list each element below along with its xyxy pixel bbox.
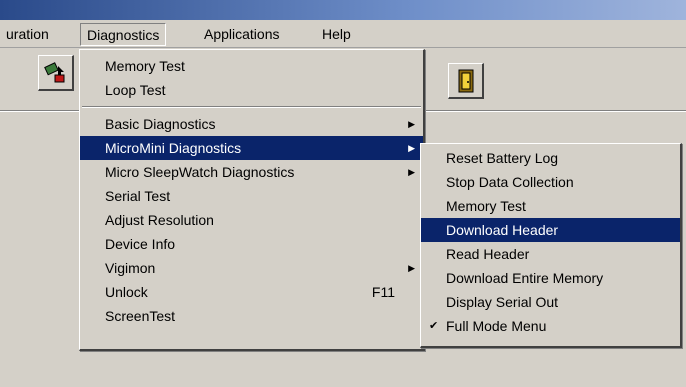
menu-item-full-mode-menu[interactable]: ✔ Full Mode Menu: [421, 314, 680, 338]
menu-configuration[interactable]: uration: [0, 23, 55, 46]
menu-item-display-serial-out[interactable]: Display Serial Out: [421, 290, 680, 314]
submenu-arrow-icon: ▶: [408, 167, 415, 177]
menu-item-screentest[interactable]: ScreenTest: [80, 304, 423, 328]
window-title-bar: [0, 0, 686, 20]
menu-diagnostics[interactable]: Diagnostics: [80, 23, 167, 46]
submenu-arrow-icon: ▶: [408, 263, 415, 273]
menu-item-label: Device Info: [105, 236, 176, 252]
exit-door-icon: [458, 69, 473, 92]
menu-item-label: Download Header: [446, 222, 559, 238]
menu-item-loop-test[interactable]: Loop Test: [80, 78, 423, 102]
menu-item-vigimon[interactable]: Vigimon ▶: [80, 256, 423, 280]
menu-item-stop-data-collection[interactable]: Stop Data Collection: [421, 170, 680, 194]
menu-item-micro-sleepwatch-diagnostics[interactable]: Micro SleepWatch Diagnostics ▶: [80, 160, 423, 184]
menu-item-label: Vigimon: [105, 260, 156, 276]
device-transfer-icon: [43, 61, 64, 82]
menu-applications[interactable]: Applications: [198, 23, 286, 46]
menu-item-label: Unlock: [105, 284, 148, 300]
menu-help[interactable]: Help: [316, 23, 357, 46]
menu-item-label: Display Serial Out: [446, 294, 559, 310]
menu-item-label: Stop Data Collection: [446, 174, 574, 190]
submenu-arrow-icon: ▶: [408, 143, 415, 153]
menu-item-label: Micro SleepWatch Diagnostics: [105, 164, 295, 180]
menu-item-label: Serial Test: [105, 188, 171, 204]
menu-item-shortcut: F11: [371, 284, 395, 300]
menu-item-label: Memory Test: [105, 58, 185, 74]
diagnostics-menu: Memory Test Loop Test Basic Diagnostics ▶…: [79, 49, 425, 351]
menu-item-label: MicroMini Diagnostics: [105, 140, 242, 156]
menu-item-memory-test[interactable]: Memory Test: [421, 194, 680, 218]
menu-item-label: Read Header: [446, 246, 530, 262]
menu-item-label: Download Entire Memory: [446, 270, 604, 286]
checkmark-icon: ✔: [429, 320, 439, 332]
menu-item-micromini-diagnostics[interactable]: MicroMini Diagnostics ▶: [80, 136, 423, 160]
menu-item-label: Loop Test: [105, 82, 166, 98]
menu-item-serial-test[interactable]: Serial Test: [80, 184, 423, 208]
device-transfer-button[interactable]: [38, 55, 74, 91]
menu-item-download-entire-memory[interactable]: Download Entire Memory: [421, 266, 680, 290]
menu-item-memory-test[interactable]: Memory Test: [80, 54, 423, 78]
menu-item-adjust-resolution[interactable]: Adjust Resolution: [80, 208, 423, 232]
menu-item-label: Basic Diagnostics: [105, 116, 216, 132]
micromini-submenu: Reset Battery Log Stop Data Collection M…: [420, 143, 682, 348]
menu-item-reset-battery-log[interactable]: Reset Battery Log: [421, 146, 680, 170]
menu-item-label: ScreenTest: [105, 308, 176, 324]
menu-bar: uration Diagnostics Applications Help: [0, 20, 686, 48]
menu-item-label: Reset Battery Log: [446, 150, 559, 166]
menu-item-basic-diagnostics[interactable]: Basic Diagnostics ▶: [80, 112, 423, 136]
menu-item-device-info[interactable]: Device Info: [80, 232, 423, 256]
exit-button[interactable]: [448, 63, 484, 99]
menu-item-download-header[interactable]: Download Header: [421, 218, 680, 242]
menu-item-unlock[interactable]: Unlock F11: [80, 280, 423, 304]
menu-item-label: Full Mode Menu: [446, 318, 547, 334]
menu-item-read-header[interactable]: Read Header: [421, 242, 680, 266]
menu-item-label: Memory Test: [446, 198, 526, 214]
menu-item-label: Adjust Resolution: [105, 212, 214, 228]
menu-separator: [80, 102, 423, 112]
submenu-arrow-icon: ▶: [408, 119, 415, 129]
